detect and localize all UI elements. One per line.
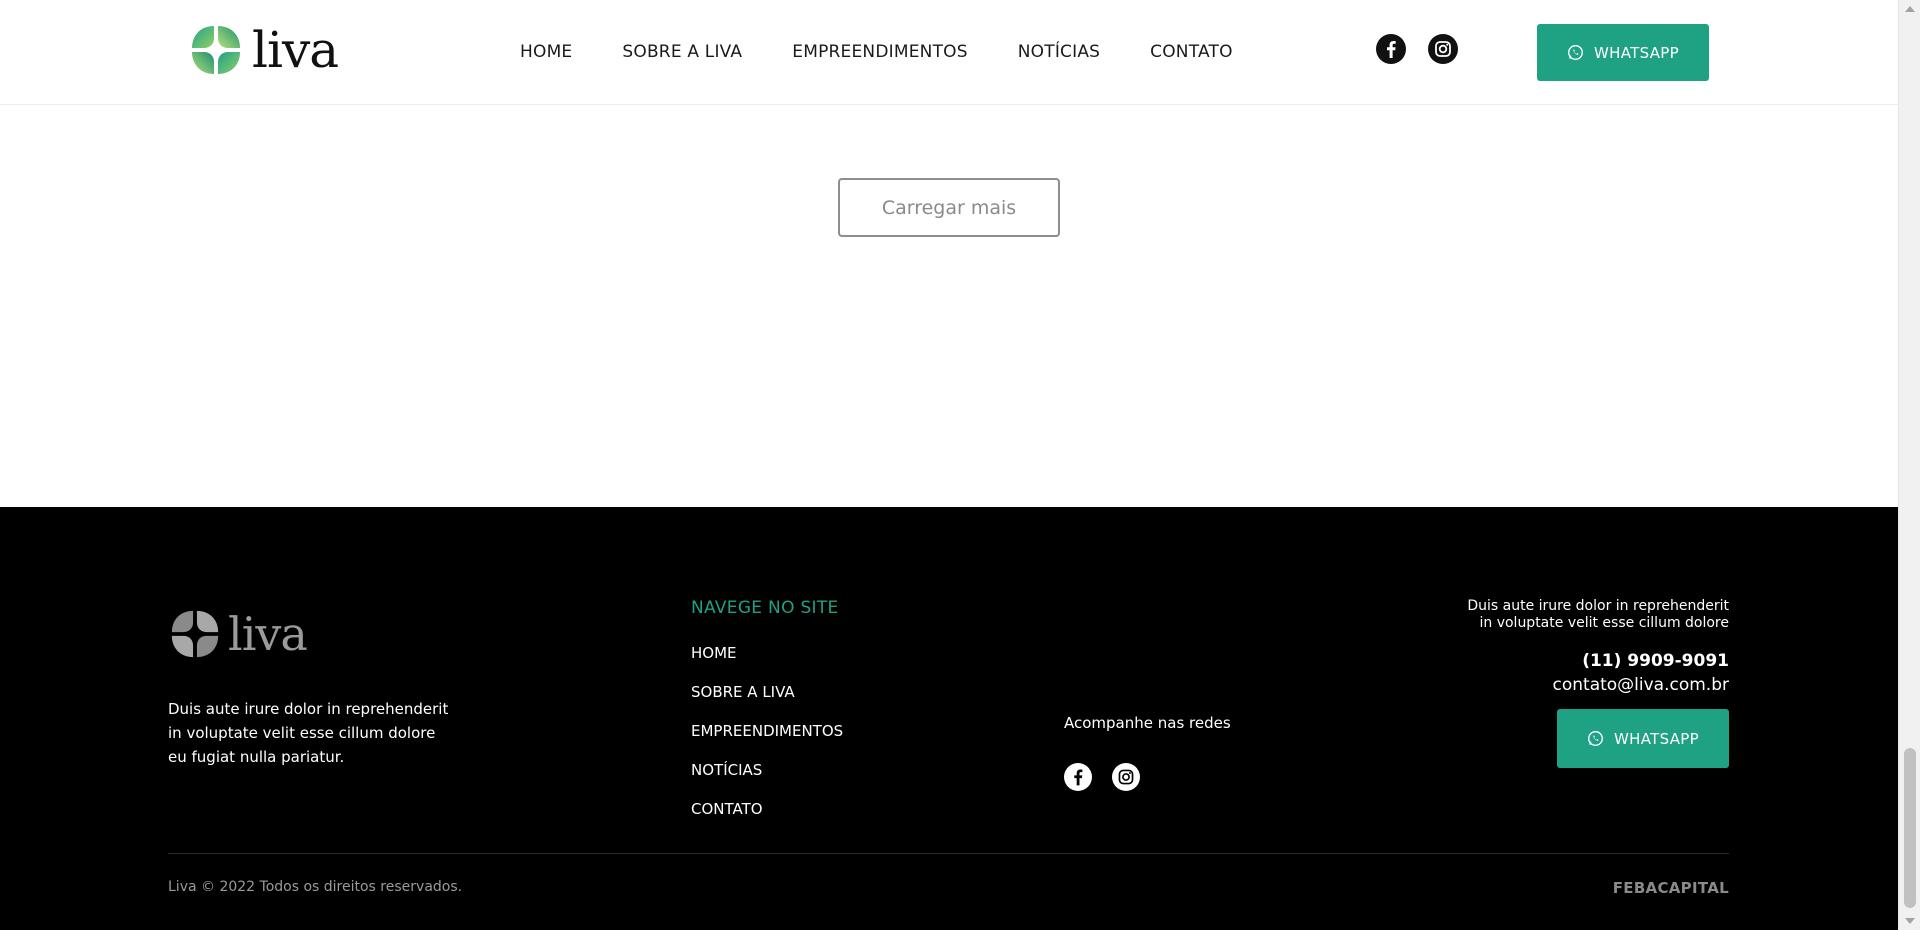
page-scrollbar[interactable] [1898,0,1920,930]
footer-nav: HOME SOBRE A LIVA EMPREENDIMENTOS NOTÍCI… [691,643,843,820]
footer-contact: Duis aute irure dolor in reprehenderit i… [1459,598,1729,695]
follow-label: Acompanhe nas redes [1064,714,1231,732]
nav-contato[interactable]: CONTATO [1150,42,1233,62]
footer-contact-description: Duis aute irure dolor in reprehenderit i… [1467,598,1729,631]
header-logo[interactable]: liva [188,21,339,79]
footer-description: Duis aute irure dolor in reprehenderit i… [168,700,449,766]
footer-social-links [1064,763,1140,791]
footer-nav-title: NAVEGE NO SITE [691,598,839,618]
nav-empreendimentos[interactable]: EMPREENDIMENTOS [792,42,967,62]
whatsapp-label: WHATSAPP [1614,729,1699,748]
facebook-icon[interactable] [1376,34,1406,64]
clover-logo-icon [192,26,240,74]
footer-nav-home[interactable]: HOME [691,643,843,664]
facebook-icon[interactable] [1064,763,1092,791]
whatsapp-icon [1568,45,1584,60]
logo-wordmark: liva [252,21,339,79]
footer-nav-noticias[interactable]: NOTÍCIAS [691,760,843,781]
whatsapp-label: WHATSAPP [1594,43,1679,62]
scroll-up-arrow[interactable] [1905,6,1915,12]
site-header: liva HOME SOBRE A LIVA EMPREENDIMENTOS N… [0,0,1898,105]
footer-email[interactable]: contato@liva.com.br [1459,675,1730,695]
site-footer: liva Duis aute irure dolor in reprehende… [0,507,1898,930]
footer-phone[interactable]: (11) 9909-9091 [1459,651,1729,671]
footer-nav-empreendimentos[interactable]: EMPREENDIMENTOS [691,721,843,742]
developer-brand[interactable]: FEBACAPITAL [1613,879,1729,897]
header-whatsapp-button[interactable]: WHATSAPP [1537,24,1709,81]
footer-nav-sobre[interactable]: SOBRE A LIVA [691,682,843,703]
clover-logo-icon [171,610,219,658]
nav-home[interactable]: HOME [520,42,572,62]
instagram-icon[interactable] [1428,34,1458,64]
whatsapp-icon [1588,731,1604,746]
copyright: Liva © 2022 Todos os direitos reservados… [168,879,463,895]
nav-sobre[interactable]: SOBRE A LIVA [622,42,742,62]
footer-whatsapp-button[interactable]: WHATSAPP [1557,709,1729,768]
scroll-thumb[interactable] [1904,748,1916,908]
scroll-down-arrow[interactable] [1905,918,1915,924]
footer-divider [168,853,1729,854]
header-social-links [1376,34,1458,64]
nav-noticias[interactable]: NOTÍCIAS [1018,42,1100,62]
footer-logo-wordmark: liva [228,607,308,661]
main-nav: HOME SOBRE A LIVA EMPREENDIMENTOS NOTÍCI… [520,42,1233,62]
instagram-icon[interactable] [1112,763,1140,791]
footer-nav-contato[interactable]: CONTATO [691,799,843,820]
load-more-button[interactable]: Carregar mais [838,178,1060,237]
footer-logo[interactable]: liva [168,607,308,661]
